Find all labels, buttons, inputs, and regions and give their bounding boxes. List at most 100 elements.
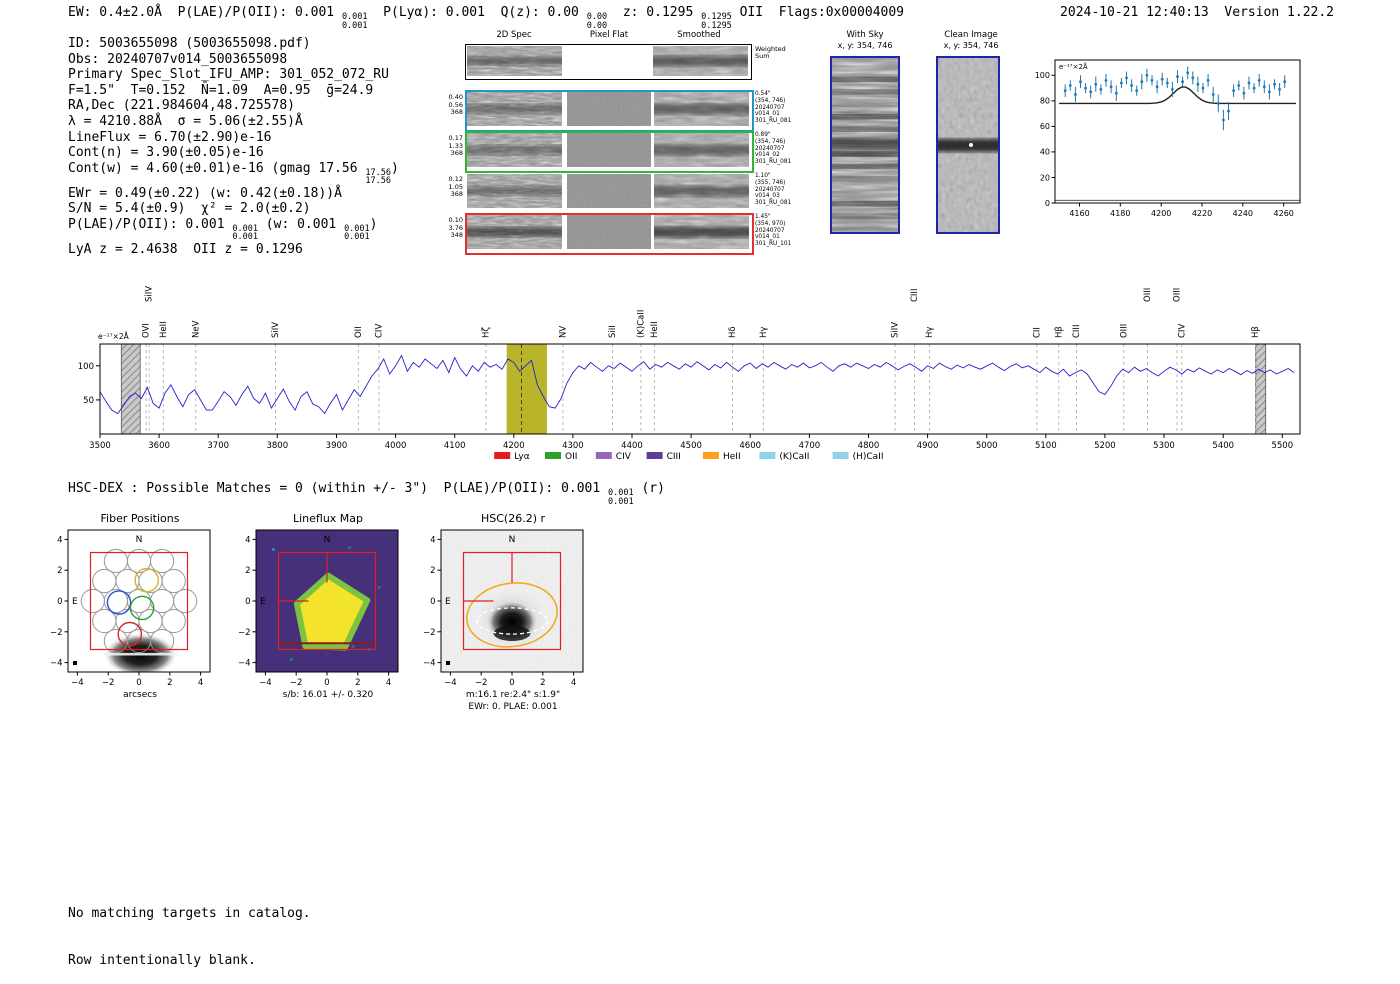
svg-text:N: N <box>509 535 516 545</box>
noise-image <box>828 58 902 232</box>
svg-text:HeII: HeII <box>723 452 741 462</box>
svg-text:Hβ: Hβ <box>1251 326 1261 338</box>
svg-text:50: 50 <box>83 396 94 406</box>
svg-text:CIII: CIII <box>1072 325 1082 338</box>
svg-text:−4: −4 <box>50 659 63 669</box>
svg-text:0: 0 <box>1045 199 1050 208</box>
noise-image <box>650 133 753 167</box>
fiber-cutout-row <box>463 172 754 214</box>
lineflux-map-panel: Lineflux Map N E −4 −2 0 2 4 −4 −2 0 2 4 s/b: 16.01… <box>228 512 428 722</box>
svg-text:0: 0 <box>509 678 514 688</box>
svg-text:4: 4 <box>198 678 203 688</box>
with-sky-coords: x, y: 354, 746 <box>837 41 893 50</box>
svg-text:−2: −2 <box>50 628 63 638</box>
noise-image <box>649 46 752 76</box>
cutout-row-weights: 0.17 1.33 368 <box>448 134 463 157</box>
svg-text:2: 2 <box>540 678 545 688</box>
svg-text:4220: 4220 <box>1192 209 1212 218</box>
footer-note: No matching targets in catalog. Row inte… <box>68 875 311 984</box>
spectral-cutouts: 2D Spec Pixel Flat Smoothed Weighted Sum 0.40… <box>440 28 800 260</box>
svg-text:80: 80 <box>1040 97 1050 106</box>
svg-text:0: 0 <box>324 678 329 688</box>
svg-text:SiII: SiII <box>608 325 618 338</box>
svg-text:SiIV: SiIV <box>145 286 155 302</box>
svg-text:3600: 3600 <box>148 441 170 451</box>
svg-text:Hβ: Hβ <box>1054 326 1064 338</box>
svg-text:4: 4 <box>386 678 391 688</box>
svg-text:−2: −2 <box>290 678 303 688</box>
noise-image <box>463 215 566 249</box>
info-line: Obs: 20240707v014_5003655098 <box>68 51 288 67</box>
svg-text:4200: 4200 <box>503 441 525 451</box>
svg-text:OVI: OVI <box>142 323 152 338</box>
svg-text:4600: 4600 <box>739 441 761 451</box>
svg-text:−4: −4 <box>259 678 272 688</box>
svg-text:5400: 5400 <box>1212 441 1234 451</box>
svg-text:Hδ: Hδ <box>728 326 738 338</box>
svg-text:5100: 5100 <box>1035 441 1057 451</box>
cutout-col-header: Pixel Flat <box>589 30 629 40</box>
hsc-caption-2: EWr: 0. PLAE: 0.001 <box>468 702 558 712</box>
svg-text:Hζ: Hζ <box>482 327 492 338</box>
svg-text:2: 2 <box>57 566 62 576</box>
svg-text:E: E <box>260 597 266 607</box>
hsc-caption-1: m:16.1 re:2.4" s:1.9" <box>465 690 561 700</box>
svg-text:CIV: CIV <box>1177 324 1187 338</box>
info-line: LineFlux = 6.70(±2.90)e-16 <box>68 129 272 145</box>
hsc-cutout-svg: N E −4 −2 0 2 4 −4 −2 0 2 4 <box>423 529 584 688</box>
timestamp-text: 2024-10-21 12:40:13 <box>1060 5 1209 20</box>
svg-text:SiIV: SiIV <box>271 322 281 338</box>
version-text: Version 1.22.2 <box>1224 5 1334 20</box>
hsc-image: N E −4 −2 0 2 4 −4 −2 0 2 4 <box>413 526 613 702</box>
svg-text:3800: 3800 <box>266 441 288 451</box>
svg-text:4240: 4240 <box>1233 209 1253 218</box>
target-info-block: ID: 5003655098 (5003655098.pdf) Obs: 2024… <box>68 36 399 258</box>
svg-text:E: E <box>445 597 451 607</box>
svg-text:CII: CII <box>1032 327 1042 338</box>
svg-text:4300: 4300 <box>562 441 584 451</box>
stacked-fraction: 17.56 17.56 <box>365 167 392 187</box>
svg-text:2: 2 <box>167 678 172 688</box>
svg-text:OIII: OIII <box>1173 288 1183 302</box>
footer-line-1: No matching targets in catalog. <box>68 906 311 922</box>
cutout-row-meta: 0.89" (354, 746) 20240707 v014_02 301_RU_081 <box>755 132 792 166</box>
svg-text:4260: 4260 <box>1274 209 1294 218</box>
svg-text:−4: −4 <box>71 678 84 688</box>
cutout-row-weights: 0.10 3.76 348 <box>448 216 463 239</box>
svg-text:Hγ: Hγ <box>759 327 769 338</box>
svg-text:2: 2 <box>245 566 250 576</box>
svg-text:2: 2 <box>430 566 435 576</box>
info-line: Cont(w) = 4.60(±0.01)e-16 (gmag 17.56 17… <box>68 160 399 187</box>
svg-text:3500: 3500 <box>89 441 111 451</box>
header-timestamp: 2024-10-21 12:40:13 Version 1.22.2 <box>1060 5 1334 21</box>
svg-text:−4: −4 <box>423 659 436 669</box>
svg-text:4: 4 <box>571 678 576 688</box>
svg-text:40: 40 <box>1040 148 1050 157</box>
header-metrics-line: EW: 0.4±2.0Å P(LAE)/P(OII): 0.001 0.001 0… <box>68 5 904 31</box>
lineflux-title: Lineflux Map <box>292 512 364 525</box>
svg-text:CIV: CIV <box>375 324 385 338</box>
svg-text:N: N <box>324 535 331 545</box>
stacked-fraction: 0.001 0.001 <box>344 223 370 243</box>
svg-text:−2: −2 <box>102 678 115 688</box>
fiber-positions-panel: Fiber Positions N E −4 −2 0 2 4 −4 −2 0 2 4 arcsecs <box>40 512 240 722</box>
svg-text:0: 0 <box>430 597 435 607</box>
sky-panels: With Sky x, y: 354, 746 Clean Image x, y… <box>820 28 1030 248</box>
stacked-fraction: 0.001 0.001 <box>608 488 634 507</box>
svg-text:4800: 4800 <box>858 441 880 451</box>
svg-text:e⁻¹⁷×2Å: e⁻¹⁷×2Å <box>98 332 130 341</box>
cutout-row-meta: 1.10" (355, 746) 20240707 v014_03 301_RU_081 <box>755 173 792 207</box>
fiber-cutout-row <box>463 90 754 132</box>
info-line: RA,Dec (221.984604,48.725578) <box>68 98 295 114</box>
info-line: Cont(n) = 3.90(±0.05)e-16 <box>68 145 264 161</box>
svg-text:4: 4 <box>57 535 62 545</box>
elixer-report-page: { "header": { "segments": [ {"t": "EW: 0… <box>0 0 1400 968</box>
info-line: Primary Spec_Slot_IFU_AMP: 301_052_072_R… <box>68 67 389 83</box>
svg-text:−2: −2 <box>475 678 488 688</box>
fiber-cutout-row <box>463 131 754 173</box>
fiber-cutout-row <box>463 213 754 255</box>
noise-image <box>567 174 651 208</box>
cutout-row-weights: 0.12 1.05 368 <box>448 175 463 198</box>
svg-text:5000: 5000 <box>976 441 998 451</box>
noise-image <box>463 174 566 208</box>
